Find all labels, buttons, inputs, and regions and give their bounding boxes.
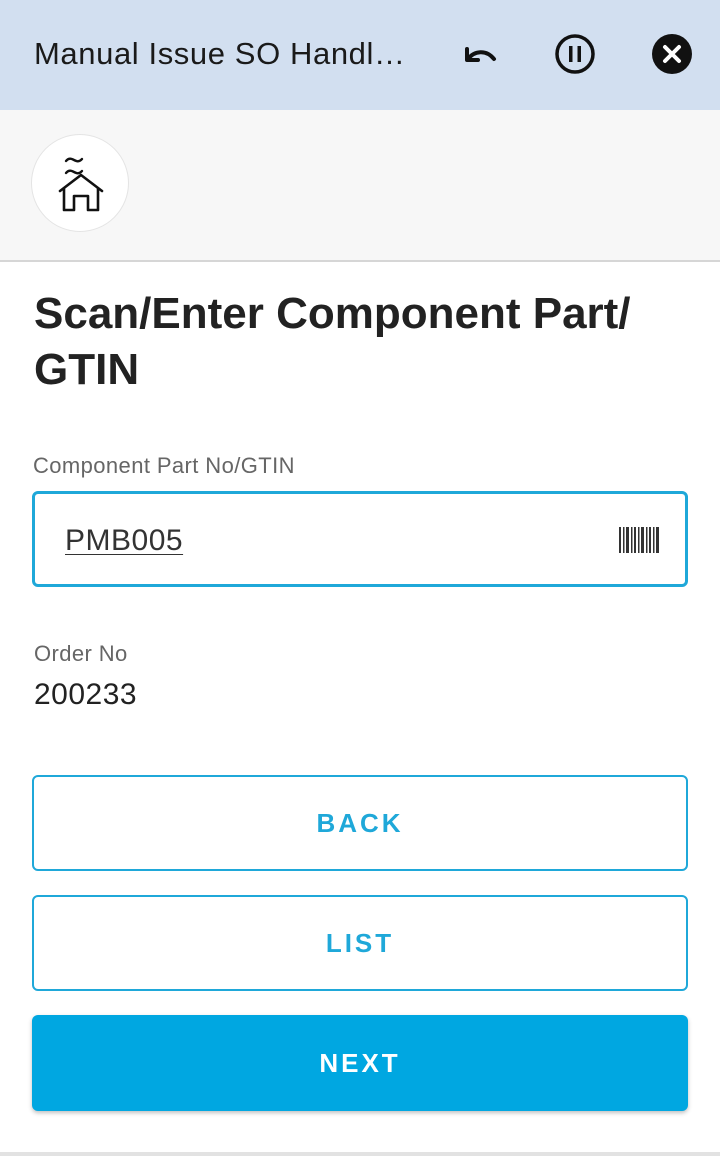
pause-icon[interactable] [553, 32, 597, 76]
app-title: Manual Issue SO Handl… [34, 36, 406, 71]
next-button[interactable]: NEXT [32, 1015, 688, 1111]
home-toolbar [0, 110, 720, 262]
order-no-value: 200233 [34, 678, 138, 711]
close-icon[interactable] [650, 32, 694, 76]
list-button[interactable]: LIST [32, 895, 688, 991]
page-title: Scan/Enter Component Part/ GTIN [34, 289, 631, 394]
component-part-value[interactable]: PMB005 [65, 524, 183, 558]
order-no-label: Order No [34, 641, 128, 666]
home-button[interactable] [31, 134, 129, 232]
back-button[interactable]: BACK [32, 775, 688, 871]
bottom-divider [0, 1152, 720, 1156]
component-part-input[interactable]: PMB005 [32, 491, 688, 587]
undo-icon[interactable] [458, 32, 502, 76]
home-icon [58, 157, 104, 212]
component-field-label: Component Part No/GTIN [33, 453, 295, 478]
title-bar: Manual Issue SO Handl… [0, 0, 720, 110]
barcode-icon[interactable] [619, 527, 659, 553]
